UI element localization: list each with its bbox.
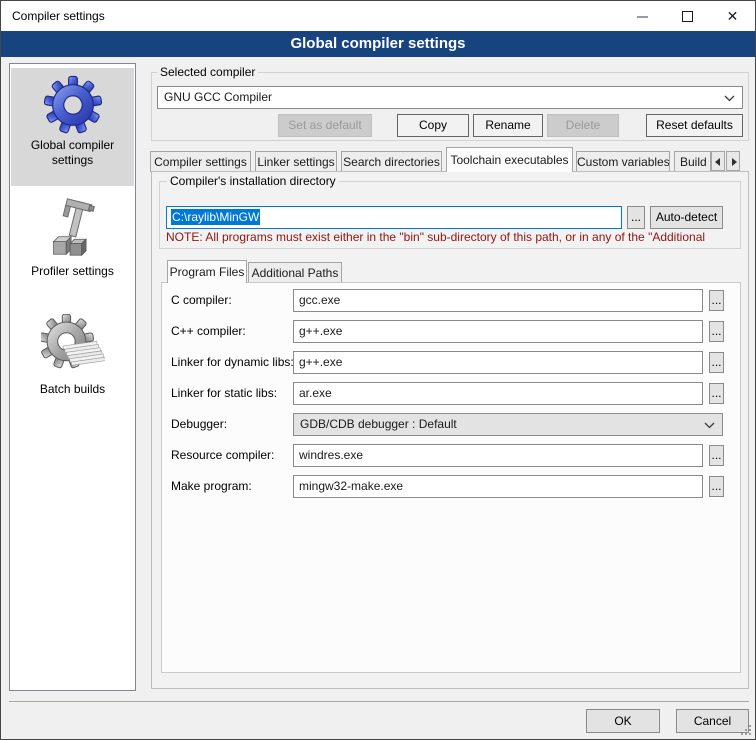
- debugger-label: Debugger:: [171, 417, 227, 431]
- close-icon: ✕: [727, 8, 739, 24]
- install-dir-selected-text: C:\raylib\MinGW: [171, 209, 260, 225]
- auto-detect-button[interactable]: Auto-detect: [650, 206, 723, 229]
- footer-divider: [9, 701, 749, 702]
- page-title: Global compiler settings: [1, 31, 755, 57]
- c-compiler-label: C compiler:: [171, 293, 232, 307]
- resource-compiler-browse-button[interactable]: ...: [709, 445, 724, 466]
- resize-grip[interactable]: [749, 733, 751, 735]
- install-dir-group-label: Compiler's installation directory: [167, 174, 339, 188]
- chevron-down-icon: [724, 95, 735, 102]
- c-compiler-input[interactable]: gcc.exe: [293, 289, 703, 312]
- debugger-select-value: GDB/CDB debugger : Default: [300, 417, 457, 431]
- copy-button[interactable]: Copy: [397, 114, 469, 137]
- sidebar-item-profiler-settings[interactable]: Profiler settings: [11, 192, 134, 296]
- install-dir-browse-button[interactable]: ...: [627, 206, 645, 229]
- window-title: Compiler settings: [12, 9, 105, 23]
- linker-static-input[interactable]: ar.exe: [293, 382, 703, 405]
- arrow-left-icon: [715, 158, 720, 166]
- tab-compiler-settings[interactable]: Compiler settings: [150, 151, 251, 172]
- close-button[interactable]: ✕: [710, 1, 755, 31]
- arrow-right-icon: [732, 158, 737, 166]
- compiler-select[interactable]: GNU GCC Compiler: [157, 86, 743, 109]
- blue-gear-icon: [42, 74, 104, 136]
- c-compiler-browse-button[interactable]: ...: [709, 290, 724, 311]
- delete-button[interactable]: Delete: [547, 114, 619, 137]
- subtab-program-files[interactable]: Program Files: [167, 260, 247, 283]
- rename-button[interactable]: Rename: [473, 114, 543, 137]
- tab-search-directories[interactable]: Search directories: [341, 151, 442, 172]
- reset-defaults-button[interactable]: Reset defaults: [646, 114, 743, 137]
- install-dir-input[interactable]: C:\raylib\MinGW: [166, 206, 622, 229]
- sidebar-item-label: Global compiler settings: [11, 138, 134, 168]
- cpp-compiler-input[interactable]: g++.exe: [293, 320, 703, 343]
- linker-static-label: Linker for static libs:: [171, 386, 277, 400]
- ok-button[interactable]: OK: [586, 709, 660, 733]
- linker-dynamic-browse-button[interactable]: ...: [709, 352, 724, 373]
- make-program-input[interactable]: mingw32-make.exe: [293, 475, 703, 498]
- sidebar-item-batch-builds[interactable]: Batch builds: [11, 308, 134, 428]
- cpp-compiler-browse-button[interactable]: ...: [709, 321, 724, 342]
- tab-linker-settings[interactable]: Linker settings: [255, 151, 337, 172]
- tab-build-options[interactable]: Build options: [674, 151, 711, 172]
- subtab-additional-paths[interactable]: Additional Paths: [248, 262, 342, 283]
- linker-dynamic-label: Linker for dynamic libs:: [171, 355, 294, 369]
- tab-toolchain-executables[interactable]: Toolchain executables: [446, 147, 573, 172]
- minimize-icon: [637, 16, 648, 18]
- settings-category-list: Global compiler settings: [9, 63, 136, 691]
- sidebar-item-label: Profiler settings: [11, 264, 134, 279]
- set-as-default-button[interactable]: Set as default: [278, 114, 372, 137]
- maximize-icon: [682, 11, 693, 22]
- chevron-down-icon: [704, 422, 715, 429]
- sidebar-item-global-compiler-settings[interactable]: Global compiler settings: [11, 68, 134, 186]
- linker-static-browse-button[interactable]: ...: [709, 383, 724, 404]
- caliper-icon: [42, 198, 104, 262]
- sidebar-item-label: Batch builds: [11, 382, 134, 397]
- install-dir-note: NOTE: All programs must exist either in …: [166, 230, 740, 244]
- make-program-label: Make program:: [171, 479, 252, 493]
- tab-scroll-left-button[interactable]: [711, 151, 725, 171]
- cancel-button[interactable]: Cancel: [676, 709, 749, 733]
- gray-gear-stack-icon: [41, 314, 105, 380]
- selected-compiler-group-label: Selected compiler: [157, 65, 258, 79]
- debugger-select[interactable]: GDB/CDB debugger : Default: [293, 413, 723, 436]
- cpp-compiler-label: C++ compiler:: [171, 324, 246, 338]
- make-program-browse-button[interactable]: ...: [709, 476, 724, 497]
- resource-compiler-label: Resource compiler:: [171, 448, 274, 462]
- resource-compiler-input[interactable]: windres.exe: [293, 444, 703, 467]
- minimize-button[interactable]: [620, 1, 665, 31]
- linker-dynamic-input[interactable]: g++.exe: [293, 351, 703, 374]
- tab-custom-variables[interactable]: Custom variables: [576, 151, 670, 172]
- tab-scroll-right-button[interactable]: [726, 151, 740, 171]
- maximize-button[interactable]: [665, 1, 710, 31]
- compiler-settings-dialog: Compiler settings ✕ Global compiler sett…: [0, 0, 756, 740]
- compiler-select-value: GNU GCC Compiler: [164, 90, 272, 104]
